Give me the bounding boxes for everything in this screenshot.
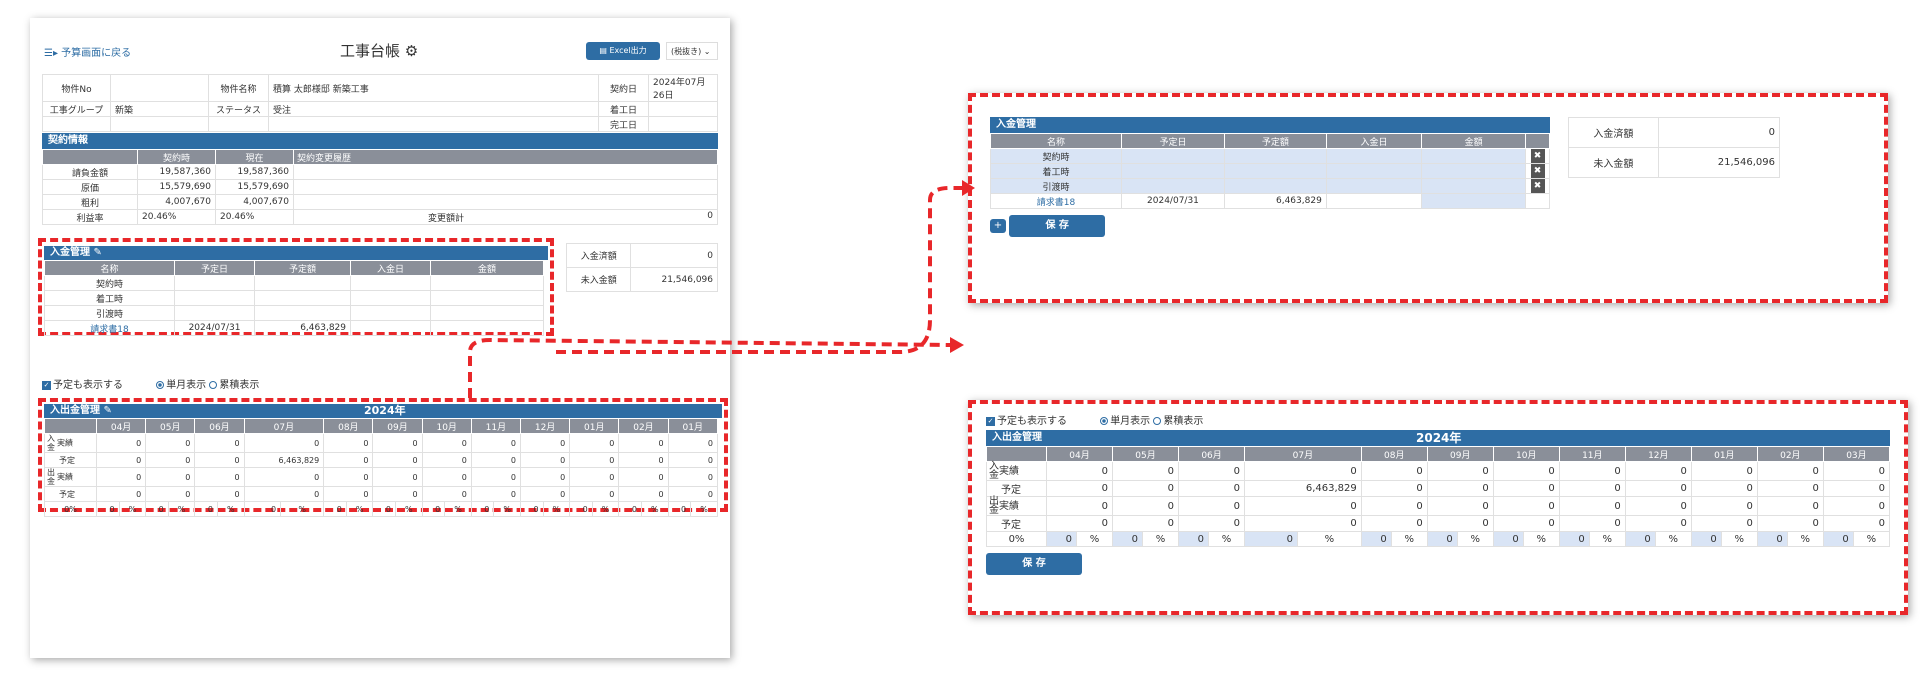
connector-arrows [468, 180, 975, 398]
